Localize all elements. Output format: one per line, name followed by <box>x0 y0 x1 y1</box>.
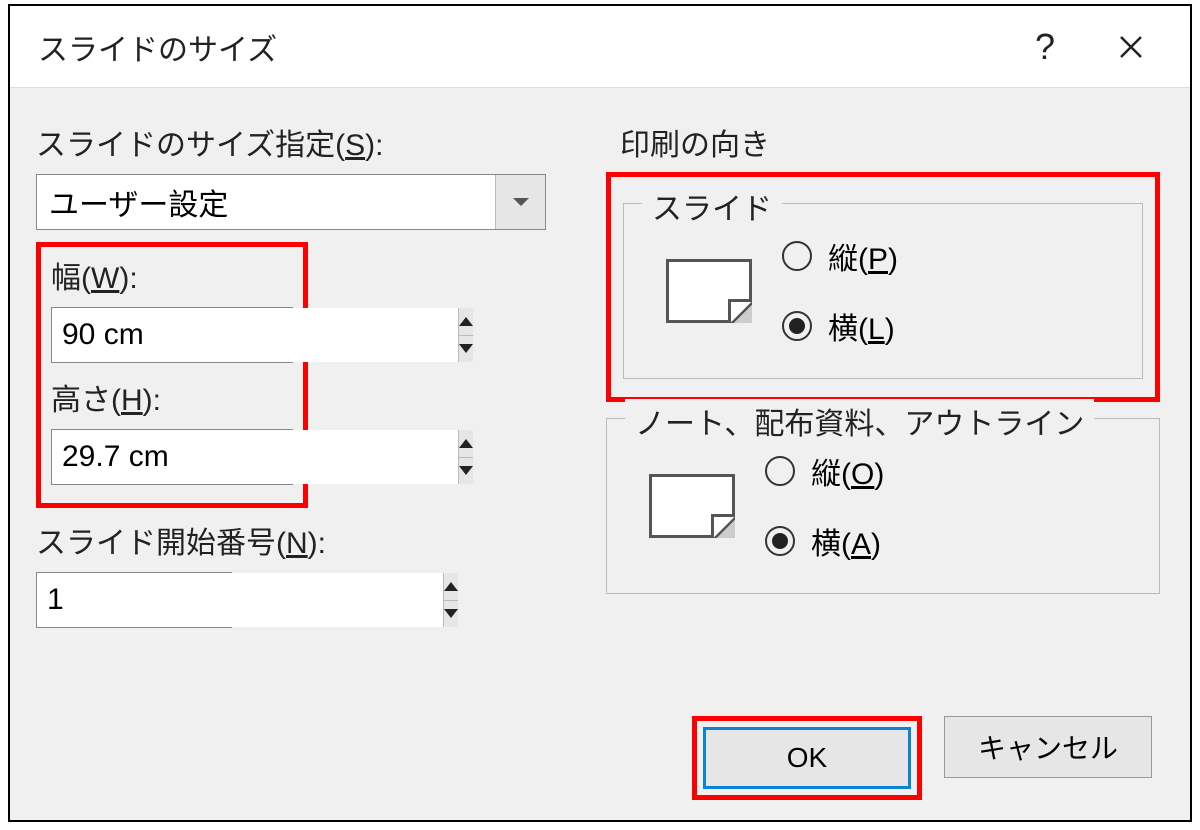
slides-portrait-radio[interactable]: 縦(P) <box>782 234 898 278</box>
help-button[interactable]: ? <box>1010 17 1080 77</box>
triangle-down-icon <box>444 609 458 618</box>
width-input[interactable] <box>52 308 458 362</box>
slide-size-label: スライドのサイズ指定(S): <box>36 120 556 164</box>
height-label: 高さ(H): <box>51 375 293 419</box>
dialog-title: スライドのサイズ <box>38 25 994 69</box>
radio-dot-icon <box>772 533 788 549</box>
radio-dot-icon <box>789 318 805 334</box>
slide-size-dialog: スライドのサイズ ? スライドのサイズ指定(S): ユーザー設定 幅( <box>8 4 1192 822</box>
triangle-up-icon <box>444 582 458 591</box>
triangle-down-icon <box>459 344 473 353</box>
radio-label: 縦(O) <box>811 449 884 493</box>
slides-group-title: スライド <box>642 184 782 228</box>
triangle-down-icon <box>459 466 473 475</box>
start-number-label: スライド開始番号(N): <box>36 518 556 562</box>
startnum-spin-down[interactable] <box>444 601 458 628</box>
radio-icon <box>782 241 812 271</box>
slides-orientation-highlight: スライド 縦(P) 横(L) <box>606 172 1160 402</box>
height-spin-down[interactable] <box>459 458 473 485</box>
close-button[interactable] <box>1096 17 1166 77</box>
radio-icon <box>765 526 795 556</box>
cancel-button[interactable]: キャンセル <box>944 716 1152 778</box>
chevron-down-icon <box>513 198 529 206</box>
width-spin-up[interactable] <box>459 308 473 336</box>
dialog-button-row: OK キャンセル <box>36 710 1160 800</box>
width-spin-down[interactable] <box>459 336 473 363</box>
landscape-page-icon <box>649 474 735 538</box>
radio-label: 横(A) <box>811 519 881 563</box>
slide-size-combo[interactable]: ユーザー設定 <box>36 174 546 230</box>
notes-group-title: ノート、配布資料、アウトライン <box>625 399 1094 443</box>
slides-landscape-radio[interactable]: 横(L) <box>782 304 898 348</box>
right-column: 印刷の向き スライド 縦(P) <box>606 120 1160 670</box>
radio-label: 横(L) <box>828 304 895 348</box>
notes-landscape-radio[interactable]: 横(A) <box>765 519 884 563</box>
orientation-heading: 印刷の向き <box>606 120 1160 164</box>
slide-size-combo-value: ユーザー設定 <box>37 180 495 224</box>
combo-dropdown-button[interactable] <box>495 175 545 229</box>
slides-orientation-group: スライド 縦(P) 横(L) <box>623 203 1143 379</box>
startnum-spin-up[interactable] <box>444 573 458 601</box>
triangle-up-icon <box>459 439 473 448</box>
height-input[interactable] <box>52 430 458 484</box>
height-spin-up[interactable] <box>459 430 473 458</box>
start-number-spinner <box>36 572 232 628</box>
landscape-page-icon <box>666 259 752 323</box>
ok-button-highlight: OK <box>692 716 922 800</box>
left-column: スライドのサイズ指定(S): ユーザー設定 幅(W): <box>36 120 556 670</box>
start-number-input[interactable] <box>37 573 443 627</box>
width-spinner <box>51 307 293 363</box>
ok-button[interactable]: OK <box>703 727 911 789</box>
width-height-highlight: 幅(W): 高さ(H): <box>36 242 308 508</box>
close-icon <box>1118 34 1144 60</box>
notes-portrait-radio[interactable]: 縦(O) <box>765 449 884 493</box>
radio-icon <box>782 311 812 341</box>
notes-orientation-group: ノート、配布資料、アウトライン 縦(O) 横(A) <box>606 418 1160 594</box>
radio-icon <box>765 456 795 486</box>
title-bar: スライドのサイズ ? <box>10 6 1190 88</box>
triangle-up-icon <box>459 317 473 326</box>
height-spinner <box>51 429 293 485</box>
width-label: 幅(W): <box>51 253 293 297</box>
radio-label: 縦(P) <box>828 234 898 278</box>
dog-ear-icon <box>711 514 735 538</box>
dog-ear-icon <box>728 299 752 323</box>
